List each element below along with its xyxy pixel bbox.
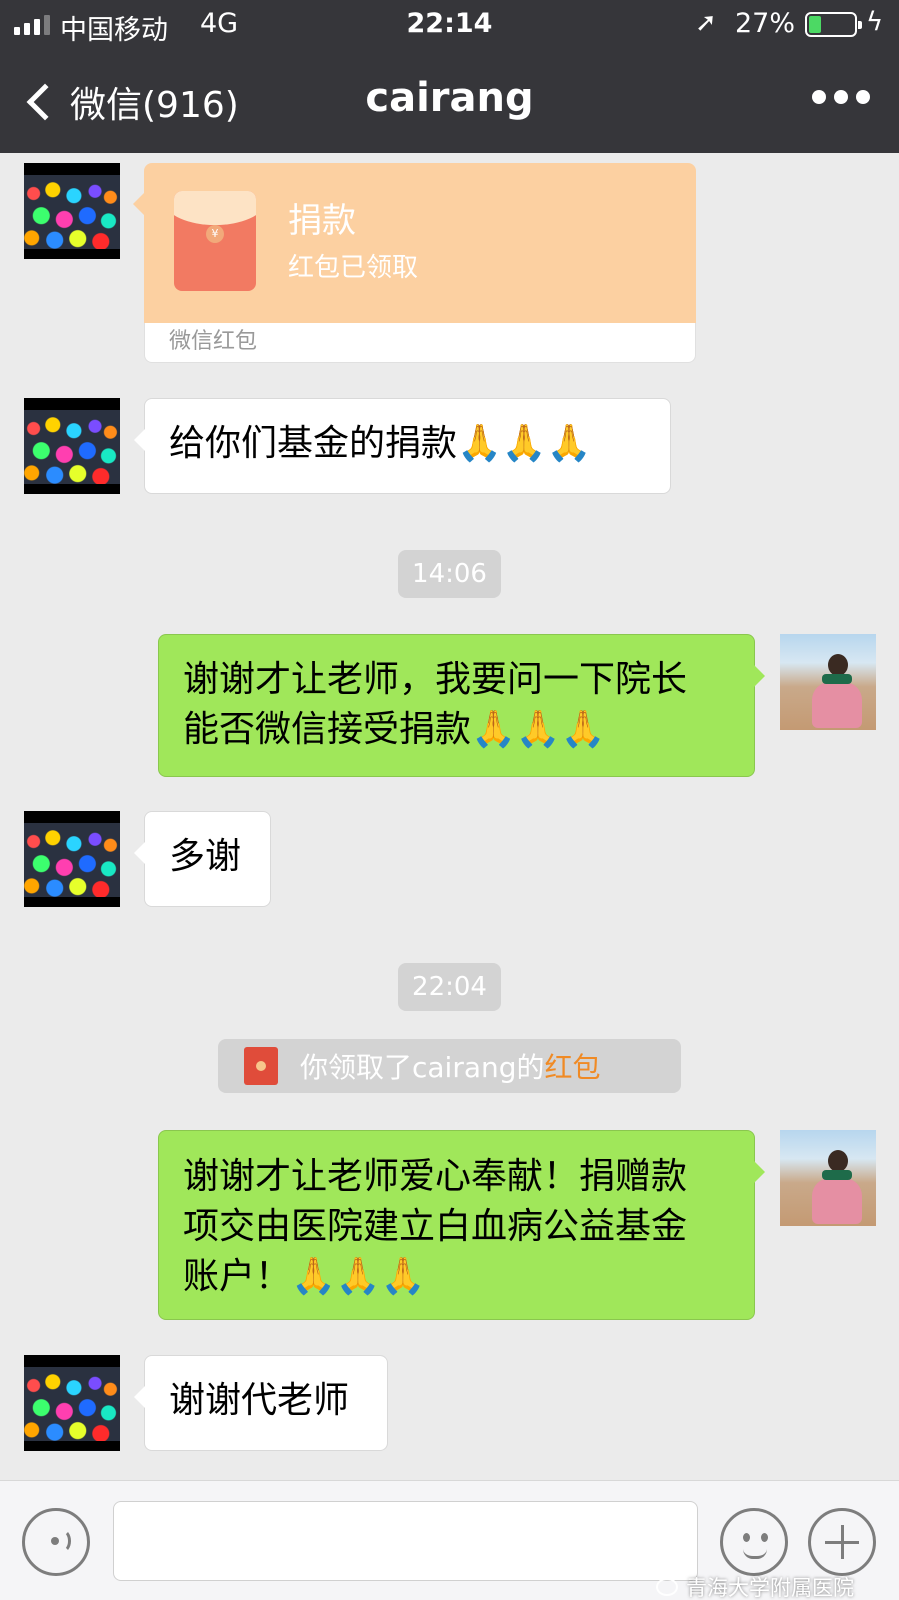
red-packet-link[interactable]: 红包 (545, 1046, 601, 1086)
emoji-button[interactable] (720, 1508, 788, 1576)
red-packet-icon (244, 1047, 278, 1085)
message-bubble-incoming[interactable]: 多谢 (134, 811, 271, 907)
my-avatar[interactable] (780, 1130, 876, 1226)
charging-icon: ϟ (866, 7, 884, 37)
contact-avatar[interactable] (24, 1355, 120, 1451)
more-functions-button[interactable] (808, 1508, 876, 1576)
message-text: 给你们基金的捐款🙏🙏🙏 (169, 423, 592, 464)
more-dot-icon (856, 90, 870, 104)
system-message-text: 你领取了cairang的 (300, 1051, 545, 1084)
plus-icon (841, 1525, 844, 1559)
message-text: 谢谢才让老师爱心奉献！捐赠款 项交由医院建立白血病公益基金 账户！🙏🙏🙏 (183, 1156, 688, 1297)
more-options-button[interactable] (812, 90, 870, 104)
message-text: 谢谢代老师 (169, 1380, 350, 1421)
red-packet-status: 红包已领取 (288, 253, 419, 283)
red-packet-title: 捐款 (288, 201, 356, 241)
timestamp: 22:04 (0, 963, 899, 1011)
message-text: 多谢 (169, 836, 242, 877)
more-dot-icon (834, 90, 848, 104)
battery-percent: 27% (735, 8, 796, 39)
red-packet-card[interactable]: ¥ 捐款 红包已领取 微信红包 (133, 163, 696, 363)
red-packet-footer: 微信红包 (144, 323, 696, 363)
contact-avatar[interactable] (24, 811, 120, 907)
chat-area[interactable]: ¥ 捐款 红包已领取 微信红包 给你们基金的捐款🙏🙏🙏 14:06 谢谢才让老师… (0, 153, 899, 1480)
watermark-text: 青海大学附属医院 (686, 1576, 854, 1600)
red-envelope-icon: ¥ (174, 191, 256, 291)
voice-input-button[interactable] (22, 1508, 90, 1576)
message-bubble-incoming[interactable]: 给你们基金的捐款🙏🙏🙏 (134, 398, 671, 494)
nav-bar: 微信(916) cairang (0, 50, 899, 153)
message-bubble-outgoing[interactable]: 谢谢才让老师，我要问一下院长 能否微信接受捐款🙏🙏🙏 (158, 634, 765, 777)
battery-icon (805, 12, 862, 37)
timestamp-label: 14:06 (398, 550, 501, 598)
status-bar: 中国移动 4G 22:14 ➚ 27% ϟ (0, 0, 899, 50)
my-avatar[interactable] (780, 634, 876, 730)
message-bubble-outgoing[interactable]: 谢谢才让老师爱心奉献！捐赠款 项交由医院建立白血病公益基金 账户！🙏🙏🙏 (158, 1130, 765, 1320)
location-icon: ➚ (695, 8, 717, 38)
message-text: 谢谢才让老师，我要问一下院长 能否微信接受捐款🙏🙏🙏 (183, 659, 688, 750)
contact-avatar[interactable] (24, 163, 120, 259)
chat-title: cairang (365, 75, 534, 121)
emoji-face-icon (743, 1549, 767, 1559)
more-dot-icon (812, 90, 826, 104)
contact-avatar[interactable] (24, 398, 120, 494)
timestamp-label: 22:04 (398, 963, 501, 1011)
emoji-face-icon (743, 1533, 750, 1542)
message-input[interactable] (113, 1501, 698, 1581)
message-bubble-incoming[interactable]: 谢谢代老师 (134, 1355, 388, 1451)
emoji-face-icon (761, 1533, 768, 1542)
sound-wave-icon (53, 1529, 71, 1553)
watermark: 青海大学附属医院 (656, 1574, 854, 1600)
timestamp: 14:06 (0, 550, 899, 598)
system-message: 你领取了cairang的 红包 (218, 1039, 681, 1093)
wechat-logo-icon (656, 1578, 678, 1596)
coin-icon: ¥ (206, 225, 224, 243)
